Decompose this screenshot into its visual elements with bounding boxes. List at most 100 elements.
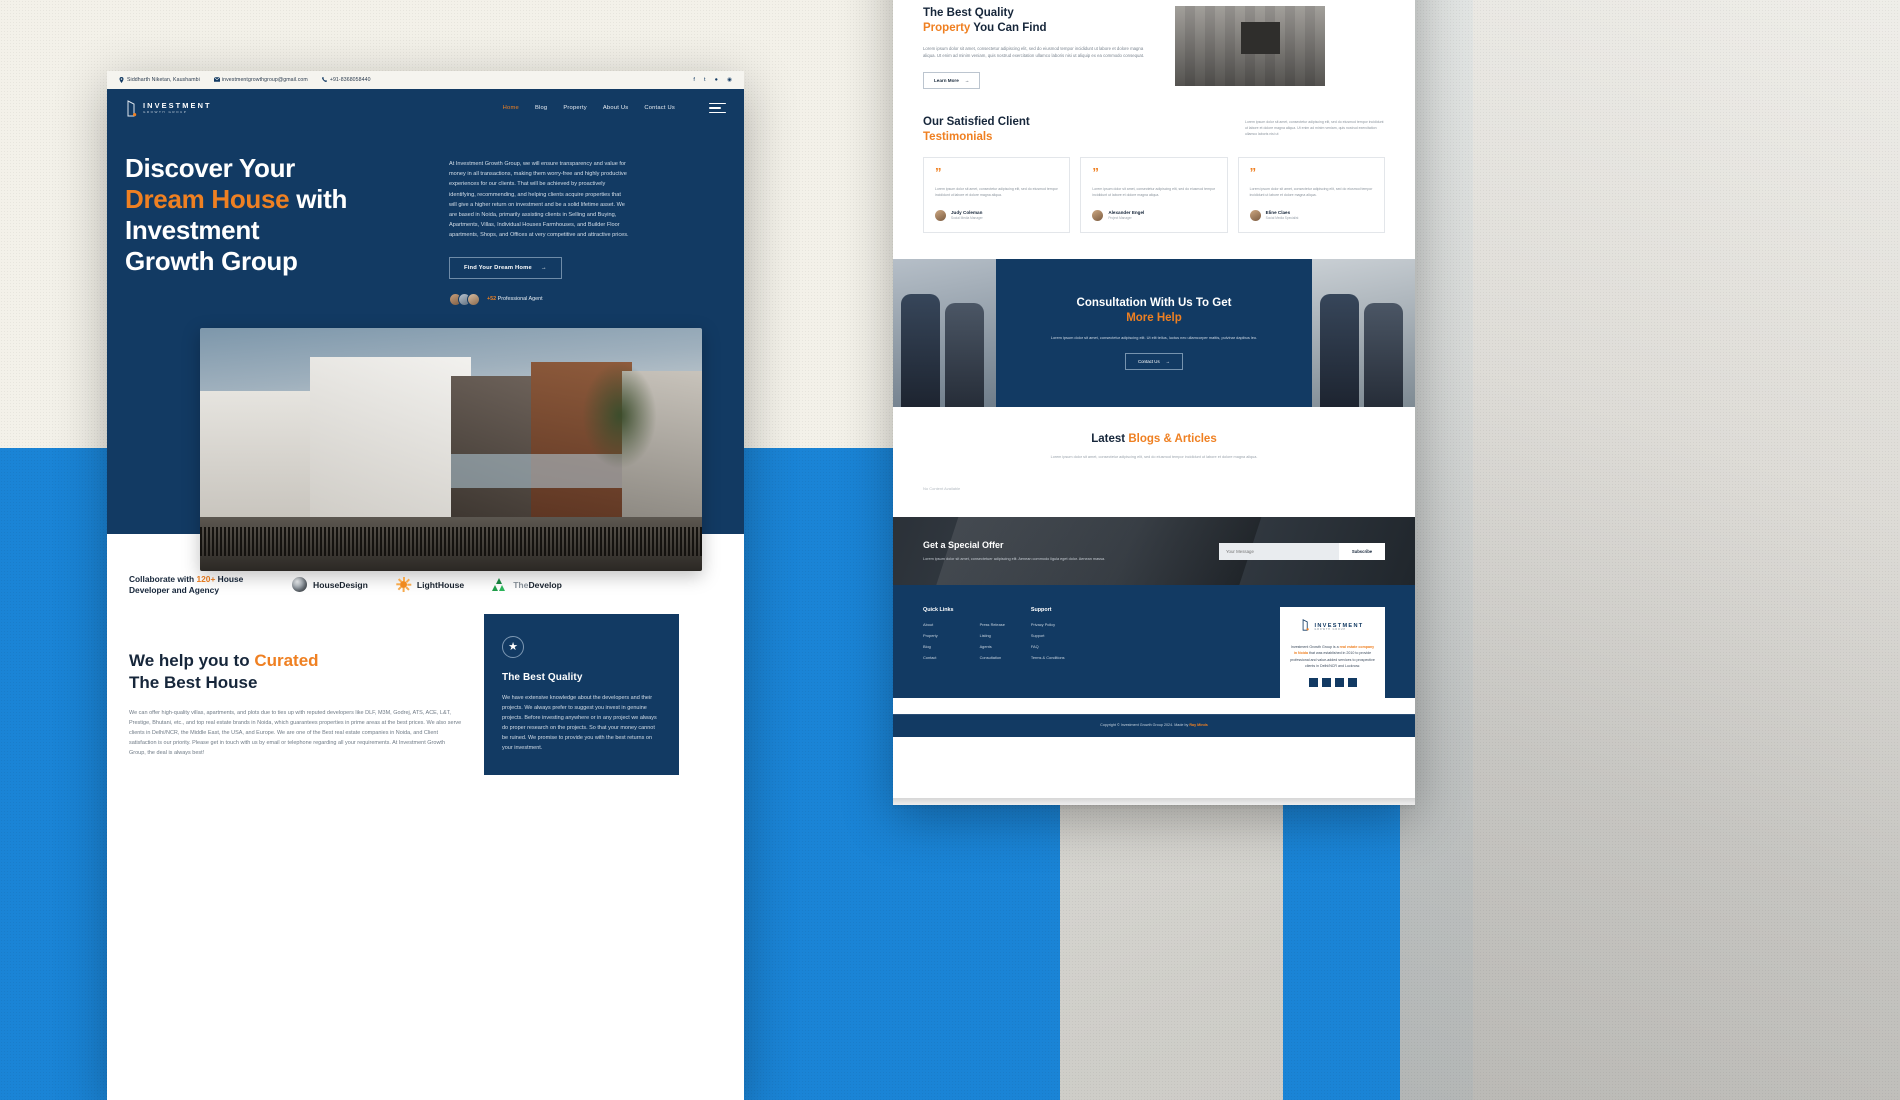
partner-logo-thedevelop[interactable]: TheDevelop <box>492 577 562 592</box>
curated-title-accent: Curated <box>254 650 319 670</box>
partner-logo-lighthouse[interactable]: LightHouse <box>396 577 464 593</box>
footer-link-support[interactable]: Support <box>1031 633 1065 638</box>
best-quality-title: The Best Quality <box>502 671 583 683</box>
triangles-icon <box>492 577 507 592</box>
quote-icon: ” <box>935 164 942 180</box>
page-two-bottom-shadow <box>893 798 1415 810</box>
footer-link-contact[interactable]: Contact <box>923 655 954 660</box>
subscribe-form: Subscribe <box>1219 542 1385 560</box>
copyright-text: Copyright © Investment Growth Group 2024… <box>1100 723 1190 728</box>
footer-link-terms[interactable]: Terms & Conditions <box>1031 655 1065 660</box>
agent-avatars <box>449 292 480 306</box>
hamburger-menu-icon[interactable] <box>709 102 726 114</box>
subscribe-button[interactable]: Subscribe <box>1339 542 1385 560</box>
agent-text: Professional Agent <box>497 296 543 303</box>
website-mockup-page-two: The Best Quality Property You Can Find L… <box>893 0 1415 805</box>
nav-item-about-us[interactable]: About Us <box>603 105 628 111</box>
dribbble-icon[interactable]: ◉ <box>727 77 732 83</box>
learn-more-button[interactable]: Learn More → <box>923 71 981 89</box>
consultation-photo-right <box>1312 258 1415 407</box>
hero-image-wrapper <box>107 327 744 571</box>
avatar <box>467 292 480 306</box>
message-input[interactable] <box>1219 542 1339 560</box>
envelope-icon <box>213 77 221 83</box>
email-item[interactable]: investmentgrowthgroup@gmail.com <box>213 77 308 83</box>
footer-heading-secondary <box>980 607 1005 613</box>
site-logo[interactable]: INVESTMENT GROWTH GROUP <box>125 99 212 117</box>
curated-paragraph: We can offer high-quality villas, apartm… <box>129 709 462 756</box>
footer-heading-support: Support <box>1030 607 1052 614</box>
phone-item[interactable]: +91-8368058440 <box>321 77 371 83</box>
logo-text: INVESTMENT GROWTH GROUP <box>143 101 212 115</box>
hero-text-column: Discover Your Dream House with Investmen… <box>125 153 425 306</box>
testimonial-quote: Lorem ipsum dolor sit amet, consectetur … <box>1249 186 1373 198</box>
facebook-icon[interactable]: f <box>693 77 695 83</box>
footer-column-support: Support Privacy Policy Support FAQ Terms… <box>1031 607 1065 698</box>
footer-link-privacy-policy[interactable]: Privacy Policy <box>1031 622 1065 627</box>
avatar <box>1092 209 1104 221</box>
facebook-icon[interactable] <box>1308 678 1318 688</box>
address-text: Siddharth Niketan, Kaushambi <box>127 77 200 83</box>
testimonials-side-paragraph: Lorem ipsum dolor sit amet, consectetur … <box>1245 119 1384 136</box>
footer-logo-tagline: GROWTH GROUP <box>1314 629 1346 632</box>
testimonials-header: Our Satisfied Client Testimonials Lorem … <box>923 115 1385 145</box>
nav-item-home[interactable]: Home <box>503 105 519 111</box>
footer-link-agents[interactable]: Agents <box>980 644 1005 649</box>
instagram-icon[interactable] <box>1334 678 1344 688</box>
building-logo-icon <box>125 99 138 117</box>
footer-copyright-bar: Copyright © Investment Growth Group 2024… <box>893 714 1415 738</box>
arrow-right-icon: → <box>540 264 547 271</box>
partners-count: 120+ <box>196 573 216 584</box>
testimonial-author: Judy Coleman Social Media Manager <box>935 209 1058 221</box>
hero-line-1: Discover Your <box>125 153 295 183</box>
footer-link-blog[interactable]: Blog <box>923 644 954 649</box>
copyright-author: Ray Minds <box>1189 723 1208 728</box>
linkedin-icon[interactable] <box>1347 678 1357 688</box>
best-quality-card: ★ The Best Quality We have extensive kno… <box>484 613 679 775</box>
quality-interior-photo <box>1175 6 1325 86</box>
social-links: f t ● ◉ <box>693 77 732 83</box>
phone-icon <box>321 77 327 83</box>
find-dream-home-label: Find Your Dream Home <box>464 264 532 271</box>
testimonial-card: ” Lorem ipsum dolor sit amet, consectetu… <box>923 156 1071 233</box>
blogs-empty-state: No Content Available <box>923 486 961 492</box>
testimonial-author: Eline Claes Social Media Specialist <box>1249 209 1373 221</box>
quality-heading: The Best Quality Property You Can Find <box>923 6 1153 36</box>
footer-column-secondary: Press Release Listing Agents Consultatio… <box>980 607 1005 698</box>
footer-link-consultation[interactable]: Consultation <box>980 655 1005 660</box>
footer-link-listing[interactable]: Listing <box>980 633 1005 638</box>
testimonial-role: Social Media Manager <box>951 215 983 220</box>
footer-link-press-release[interactable]: Press Release <box>980 622 1005 627</box>
contact-us-button[interactable]: Contact Us → <box>1124 352 1184 370</box>
testimonial-card: ” Lorem ipsum dolor sit amet, consectetu… <box>1080 156 1228 233</box>
building-logo-icon <box>1301 618 1310 636</box>
footer-brand-card: INVESTMENT GROWTH GROUP Investment Growt… <box>1280 607 1385 699</box>
consultation-title-accent: More Help <box>1126 311 1182 324</box>
hero-heading: Discover Your Dream House with Investmen… <box>125 153 425 277</box>
footer-social-links <box>1290 678 1375 688</box>
avatar <box>935 209 946 221</box>
footer-logo: INVESTMENT GROWTH GROUP <box>1290 618 1375 636</box>
partner-logo-housedesign[interactable]: HouseDesign <box>292 577 368 593</box>
quote-icon: ” <box>1249 164 1257 180</box>
twitter-icon[interactable] <box>1321 678 1331 688</box>
agent-count-label: +52 Professional Agent <box>487 296 543 302</box>
find-dream-home-button[interactable]: Find Your Dream Home → <box>449 256 562 279</box>
nav-item-contact-us[interactable]: Contact Us <box>644 105 675 111</box>
footer-link-faq[interactable]: FAQ <box>1031 644 1065 649</box>
quality-title-accent: Property <box>923 22 971 34</box>
consultation-heading: Consultation With Us To Get More Help <box>1077 296 1232 326</box>
github-icon[interactable]: ● <box>715 77 718 83</box>
curated-title-line2: The Best House <box>129 672 258 692</box>
nav-item-blog[interactable]: Blog <box>535 105 547 111</box>
footer-link-about[interactable]: About <box>923 622 954 627</box>
footer-link-property[interactable]: Property <box>923 633 954 638</box>
footer-column-quick-links: Quick Links About Property Blog Contact <box>923 607 954 698</box>
hero-line-4: Growth Group <box>125 246 298 276</box>
twitter-icon[interactable]: t <box>704 77 706 83</box>
testimonials-title-accent: Testimonials <box>923 130 993 143</box>
nav-item-property[interactable]: Property <box>563 105 587 111</box>
footer-about-text: Investment Growth Group is a real estate… <box>1290 644 1375 669</box>
blogs-title-pre: Latest <box>1091 432 1129 445</box>
sun-icon <box>396 577 412 593</box>
